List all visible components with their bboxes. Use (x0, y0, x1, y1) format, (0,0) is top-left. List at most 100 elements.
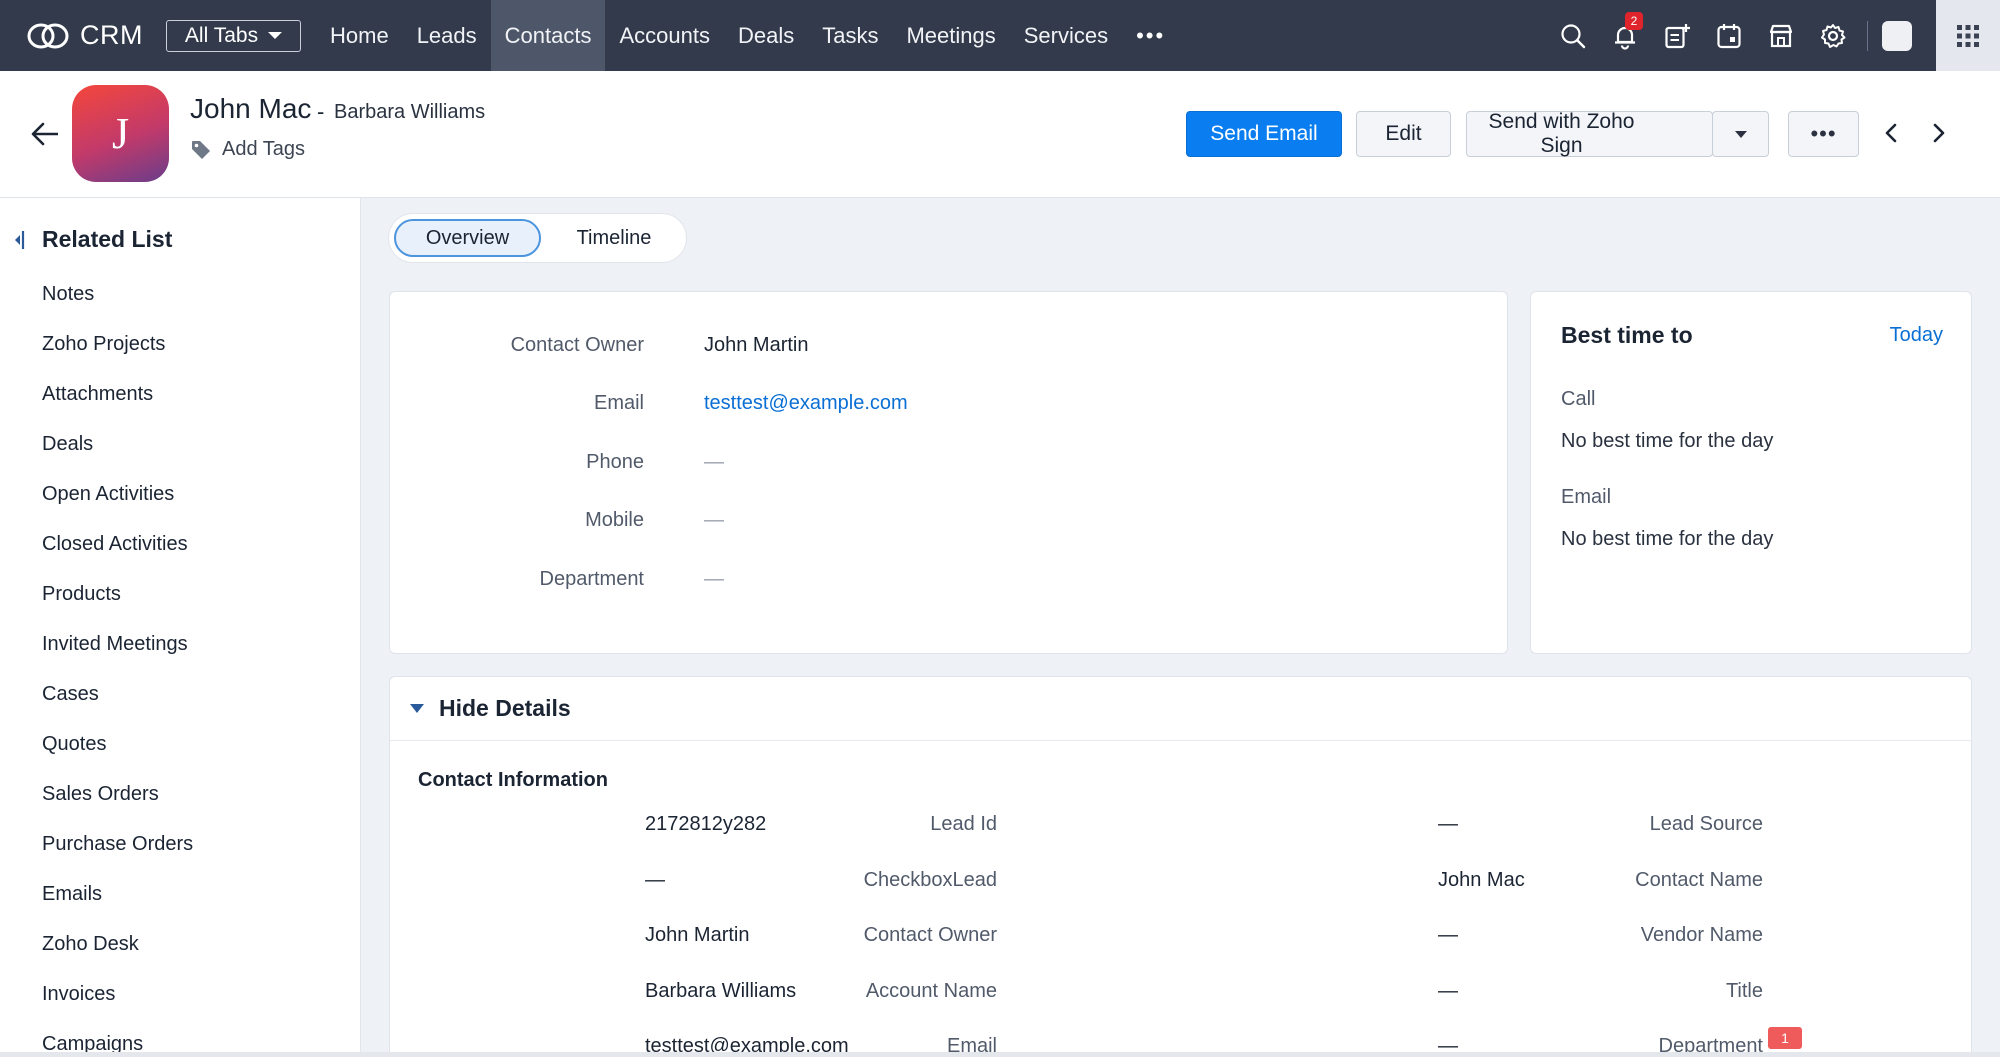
record-name: John Mac (190, 93, 312, 124)
detail-label-title: Title (1725, 980, 1763, 1002)
caret-down-icon (410, 704, 424, 713)
detail-label-lead-source: Lead Source (1649, 813, 1763, 835)
best-time-day-selector[interactable]: Today (1890, 324, 1943, 347)
tab-timeline[interactable]: Timeline (549, 219, 679, 257)
detail-label-checkboxlead: CheckboxLead (863, 869, 997, 891)
back-arrow-icon[interactable] (30, 121, 60, 147)
bottom-bar (0, 1052, 2000, 1057)
send-with-zoho-sign-label: Send with Zoho Sign (1488, 110, 1635, 157)
send-with-zoho-sign-button[interactable]: Send with Zoho Sign (1466, 110, 1713, 157)
detail-value-contact-name[interactable]: John Mac (1438, 869, 1525, 892)
detail-value-contact-owner[interactable]: John Martin (645, 924, 750, 947)
best-time-email-value: No best time for the day (1561, 528, 1774, 550)
related-item-zoho-desk[interactable]: Zoho Desk (42, 926, 193, 976)
nav-divider (1867, 20, 1868, 51)
detail-value-checkboxlead[interactable]: — (645, 869, 665, 892)
nav-tab-accounts[interactable]: Accounts (605, 0, 724, 71)
nav-tab-home[interactable]: Home (316, 0, 403, 71)
record-account-name[interactable]: Barbara Williams (334, 101, 485, 124)
notifications-button[interactable]: 2 (1599, 0, 1651, 71)
detail-value-lead-id[interactable]: 2172812y282 (645, 813, 766, 836)
related-list-items: Notes Zoho Projects Attachments Deals Op… (42, 276, 193, 1057)
edit-button[interactable]: Edit (1356, 111, 1451, 157)
related-list-sidebar: Related List Notes Zoho Projects Attachm… (0, 198, 361, 1057)
field-label-email: Email (593, 392, 644, 414)
crm-logo-icon (27, 23, 69, 48)
field-label-mobile: Mobile (585, 509, 644, 531)
detail-value-vendor-name[interactable]: — (1438, 924, 1458, 947)
add-record-icon (1665, 23, 1690, 48)
chevron-down-icon (1734, 130, 1747, 138)
all-tabs-dropdown[interactable]: All Tabs (166, 19, 301, 52)
related-item-products[interactable]: Products (42, 576, 193, 626)
notification-count-badge: 2 (1625, 12, 1643, 30)
related-item-notes[interactable]: Notes (42, 276, 193, 326)
search-button[interactable] (1547, 0, 1599, 71)
hide-details-toggle[interactable]: Hide Details (390, 677, 1971, 741)
detail-label-contact-name: Contact Name (1635, 869, 1763, 891)
nav-tab-services[interactable]: Services (1010, 0, 1122, 71)
field-value-contact-owner[interactable]: John Martin (704, 334, 809, 357)
send-email-button[interactable]: Send Email (1186, 111, 1342, 157)
calendar-icon (1717, 23, 1741, 48)
crm-logo[interactable]: CRM (26, 20, 166, 51)
previous-record-icon[interactable] (1880, 121, 1902, 145)
profile-avatar[interactable] (1882, 20, 1912, 51)
related-item-deals[interactable]: Deals (42, 426, 193, 476)
marketplace-button[interactable] (1755, 0, 1807, 71)
field-label-contact-owner: Contact Owner (510, 334, 644, 356)
more-tabs-button[interactable]: ••• (1122, 0, 1179, 71)
related-item-attachments[interactable]: Attachments (42, 376, 193, 426)
add-tags-link[interactable]: Add Tags (222, 138, 305, 161)
detail-value-lead-source[interactable]: — (1438, 813, 1458, 836)
field-value-mobile[interactable]: — (704, 509, 724, 532)
related-item-sales-orders[interactable]: Sales Orders (42, 776, 193, 826)
best-time-call-label: Call (1561, 388, 1596, 410)
record-header: J John Mac - Barbara Williams Add Tags S… (0, 71, 2000, 198)
zoho-sign-dropdown-button[interactable] (1712, 111, 1769, 157)
related-item-quotes[interactable]: Quotes (42, 726, 193, 776)
calendar-button[interactable] (1703, 0, 1755, 71)
related-item-invoices[interactable]: Invoices (42, 976, 193, 1026)
field-value-phone[interactable]: — (704, 451, 724, 474)
hide-details-label: Hide Details (439, 695, 571, 721)
nav-tab-meetings[interactable]: Meetings (892, 0, 1009, 71)
nav-tab-leads[interactable]: Leads (403, 0, 491, 71)
view-tabs: Overview Timeline (388, 213, 687, 263)
marketplace-icon (1769, 24, 1793, 47)
gear-icon (1821, 23, 1846, 48)
related-list-title: Related List (42, 226, 173, 252)
related-item-purchase-orders[interactable]: Purchase Orders (42, 826, 193, 876)
field-value-department[interactable]: — (704, 568, 724, 591)
tab-overview[interactable]: Overview (394, 219, 541, 257)
detail-value-title[interactable]: — (1438, 980, 1458, 1003)
related-item-cases[interactable]: Cases (42, 676, 193, 726)
related-list-header[interactable]: Related List (12, 226, 172, 253)
floating-notification-badge[interactable]: 1 (1768, 1027, 1802, 1049)
nav-icon-group: 2 (1547, 0, 2000, 71)
record-name-separator: - (317, 99, 325, 124)
all-tabs-label: All Tabs (184, 23, 259, 47)
app-grid-button[interactable] (1936, 0, 2000, 71)
tag-icon (192, 141, 210, 159)
collapse-sidebar-icon[interactable] (12, 230, 26, 250)
module-tabs: Home Leads Contacts Accounts Deals Tasks… (316, 0, 1179, 71)
best-time-call-value: No best time for the day (1561, 430, 1774, 452)
related-item-emails[interactable]: Emails (42, 876, 193, 926)
settings-button[interactable] (1807, 0, 1859, 71)
related-item-zoho-projects[interactable]: Zoho Projects (42, 326, 193, 376)
field-value-email[interactable]: testtest@example.com (704, 392, 908, 415)
detail-value-account-name[interactable]: Barbara Williams (645, 980, 796, 1003)
next-record-icon[interactable] (1928, 121, 1950, 145)
nav-tab-tasks[interactable]: Tasks (808, 0, 892, 71)
related-item-closed-activities[interactable]: Closed Activities (42, 526, 193, 576)
detail-label-vendor-name: Vendor Name (1640, 924, 1763, 946)
field-label-department: Department (539, 568, 645, 590)
record-avatar[interactable]: J (72, 85, 169, 182)
nav-tab-deals[interactable]: Deals (724, 0, 808, 71)
more-actions-button[interactable]: ••• (1788, 111, 1859, 157)
related-item-open-activities[interactable]: Open Activities (42, 476, 193, 526)
quick-create-button[interactable] (1651, 0, 1703, 71)
nav-tab-contacts[interactable]: Contacts (490, 0, 606, 71)
related-item-invited-meetings[interactable]: Invited Meetings (42, 626, 193, 676)
